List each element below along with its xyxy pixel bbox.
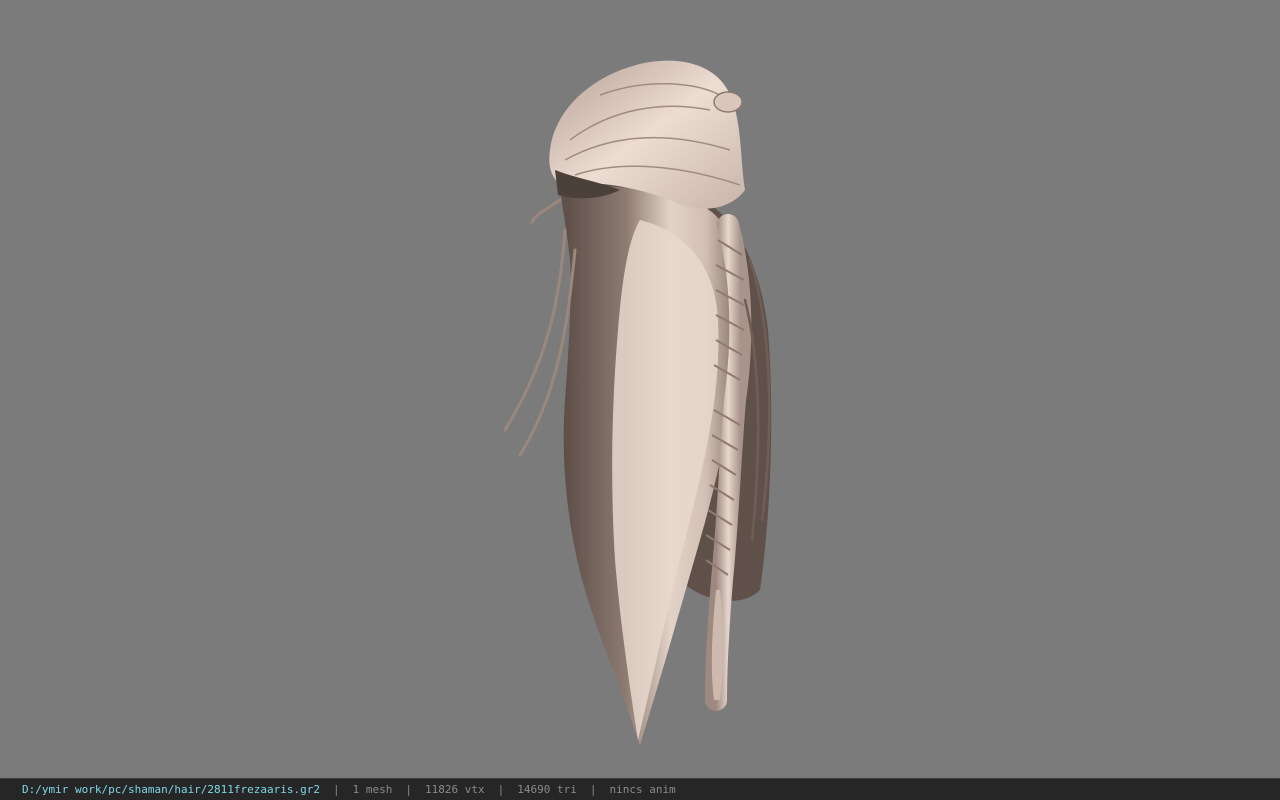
status-mesh-count: 1 mesh <box>352 783 393 796</box>
status-anim: nincs anim <box>609 783 676 796</box>
status-separator: | <box>497 783 505 796</box>
3d-viewport[interactable] <box>0 0 1280 778</box>
status-separator: | <box>405 783 413 796</box>
status-triangle-count: 14690 tri <box>517 783 577 796</box>
hair-model[interactable] <box>0 0 1280 778</box>
status-bar: D:/ymir work/pc/shaman/hair/2811frezaari… <box>0 778 1280 800</box>
status-separator: | <box>333 783 340 796</box>
status-separator: | <box>589 783 597 796</box>
status-vertex-count: 11826 vtx <box>425 783 485 796</box>
status-file-path: D:/ymir work/pc/shaman/hair/2811frezaari… <box>22 783 321 796</box>
hair-knot <box>713 91 743 113</box>
